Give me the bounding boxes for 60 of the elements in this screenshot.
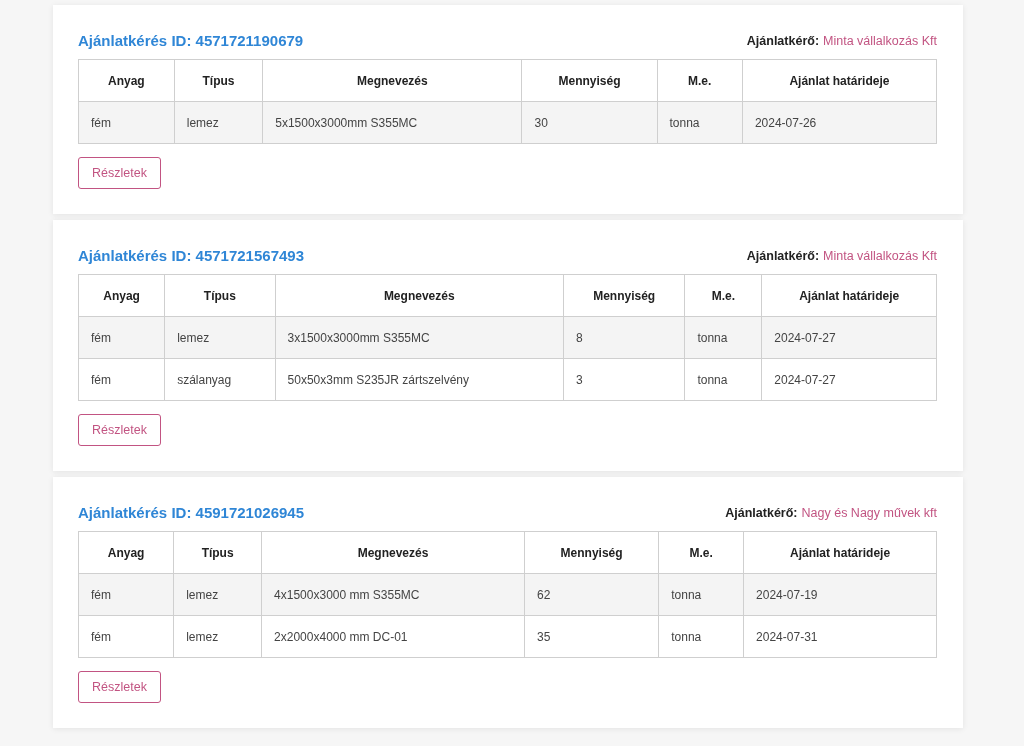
column-header: Mennyiség (524, 531, 659, 574)
requester-label: Ajánlatkérő: (746, 248, 820, 263)
table-cell: tonna (684, 358, 762, 401)
requester-name: Minta vállalkozás Kft (823, 33, 937, 48)
column-header: Anyag (78, 274, 165, 317)
table-cell: fém (78, 358, 165, 401)
table-cell: tonna (657, 101, 743, 144)
column-header: Ajánlat határideje (743, 531, 937, 574)
table-cell: 2024-07-26 (742, 101, 937, 144)
column-header: Megnevezés (261, 531, 525, 574)
table-cell: szálanyag (164, 358, 276, 401)
request-title: Ajánlatkérés ID: 4571721567493 (78, 247, 304, 264)
table-cell: 5x1500x3000mm S355MC (262, 101, 522, 144)
requester-label: Ajánlatkérő: (746, 33, 820, 48)
column-header: Mennyiség (563, 274, 685, 317)
table-cell: tonna (658, 615, 744, 658)
table-cell: 2024-07-19 (743, 573, 937, 616)
table-cell: 3 (563, 358, 685, 401)
table-cell: 2x2000x4000 mm DC-01 (261, 615, 525, 658)
column-header: Mennyiség (522, 59, 657, 102)
table-cell: 8 (563, 316, 685, 359)
column-header: Anyag (78, 531, 174, 574)
details-button[interactable]: Részletek (78, 414, 161, 446)
column-header: Típus (174, 59, 263, 102)
column-header: M.e. (684, 274, 762, 317)
column-header: M.e. (658, 531, 744, 574)
requester-name: Nagy és Nagy művek kft (801, 505, 937, 520)
request-title: Ajánlatkérés ID: 4591721026945 (78, 504, 304, 521)
column-header: Ajánlat határideje (761, 274, 937, 317)
column-header: Megnevezés (275, 274, 564, 317)
requester-label: Ajánlatkérő: (725, 505, 798, 520)
table-cell: 2024-07-27 (761, 358, 937, 401)
table-cell: 3x1500x3000mm S355MC (275, 316, 564, 359)
table-cell: fém (78, 615, 174, 658)
table-cell: tonna (658, 573, 744, 616)
table-cell: lemez (174, 101, 263, 144)
table-cell: 50x50x3mm S235JR zártszelvény (275, 358, 564, 401)
table-cell: 30 (522, 101, 657, 144)
table-cell: lemez (164, 316, 276, 359)
column-header: Anyag (78, 59, 175, 102)
table-cell: 35 (524, 615, 659, 658)
table-cell: 4x1500x3000 mm S355MC (261, 573, 525, 616)
table-cell: fém (78, 316, 165, 359)
requester-name: Minta vállalkozás Kft (823, 248, 937, 263)
table-cell: 2024-07-27 (761, 316, 937, 359)
request-title: Ajánlatkérés ID: 4571721190679 (78, 32, 304, 49)
details-button[interactable]: Részletek (78, 157, 161, 189)
column-header: Megnevezés (262, 59, 522, 102)
table-cell: 2024-07-31 (743, 615, 937, 658)
column-header: M.e. (657, 59, 743, 102)
details-button[interactable]: Részletek (78, 671, 161, 703)
table-cell: fém (78, 101, 175, 144)
column-header: Típus (164, 274, 276, 317)
table-cell: 62 (524, 573, 659, 616)
table-cell: lemez (173, 615, 262, 658)
table-cell: lemez (173, 573, 262, 616)
table-cell: fém (78, 573, 174, 616)
column-header: Típus (173, 531, 262, 574)
table-cell: tonna (684, 316, 762, 359)
column-header: Ajánlat határideje (742, 59, 937, 102)
